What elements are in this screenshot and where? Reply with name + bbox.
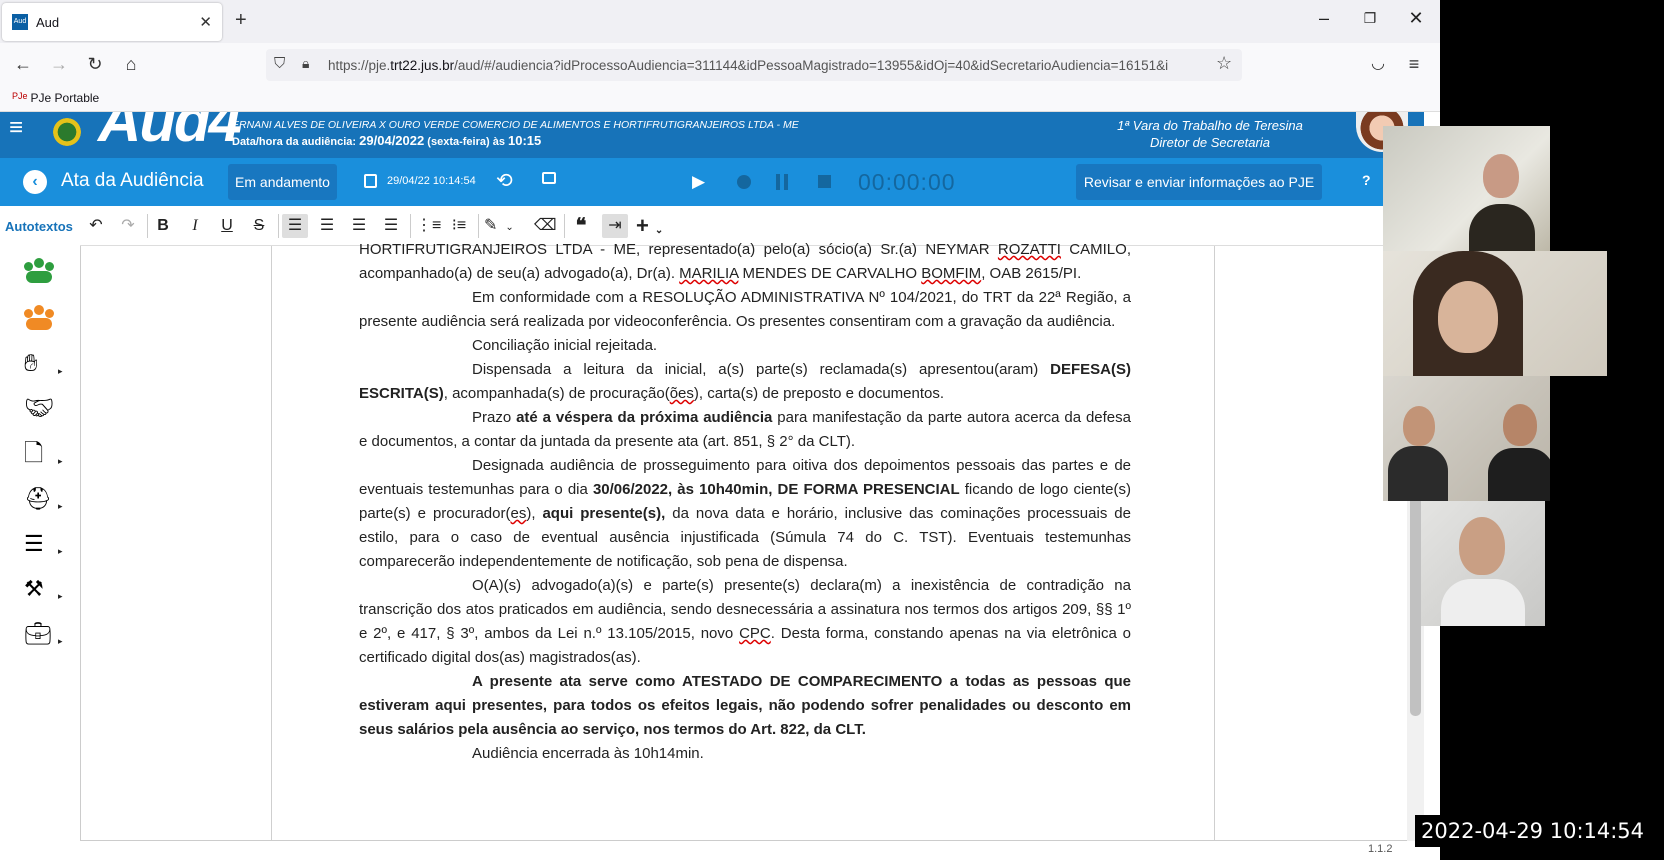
- browser-tab[interactable]: Aud Aud ✕: [2, 3, 222, 41]
- hearing-datetime: Data/hora da audiência: 29/04/2022 (sext…: [232, 133, 542, 148]
- save-icon[interactable]: [364, 174, 377, 188]
- briefcase-icon[interactable]: 💼︎ ▸: [24, 621, 63, 649]
- video-call-panel: [1383, 0, 1664, 860]
- document-area: HORTIFRUTIGRANJEIROS LTDA - ME, represen…: [80, 241, 1407, 841]
- brasil-emblem-icon: [44, 112, 90, 152]
- eraser-icon[interactable]: ⌫: [534, 214, 557, 238]
- back-circle-icon[interactable]: ‹: [23, 170, 47, 194]
- numbered-list-icon[interactable]: ⋮≡: [416, 214, 441, 238]
- medical-kit-icon[interactable]: ⛑︎ ▸: [24, 486, 63, 514]
- parties-orange-icon[interactable]: [24, 305, 56, 333]
- autotextos-label[interactable]: Autotextos: [5, 219, 73, 234]
- star-icon[interactable]: ☆: [1216, 53, 1232, 74]
- align-center-icon[interactable]: ☰: [348, 214, 370, 238]
- history-icon[interactable]: ⟲: [496, 168, 513, 193]
- tab-title: Aud: [36, 14, 60, 30]
- reload-icon[interactable]: ↻: [83, 53, 107, 75]
- app-header: ≡ Aud4 ERNANI ALVES DE OLIVEIRA X OURO V…: [0, 112, 1424, 158]
- paragraph-defense: Dispensada a leitura da inicial, a(s) pa…: [359, 361, 1131, 402]
- sidebar: Autotextos ✋︎ ▸ 🤝︎ 🗋︎ ▸ ⛑︎ ▸ ☰ ▸ ⚒︎ ▸ 💼︎ ▸: [0, 206, 80, 860]
- print-icon[interactable]: [542, 172, 556, 184]
- italic-icon[interactable]: I: [184, 214, 206, 238]
- video-tile-1: [1383, 126, 1550, 251]
- stop-icon[interactable]: [818, 175, 831, 188]
- ata-toolbar: ‹ Ata da Audiência Em andamento 29/04/22…: [0, 158, 1424, 206]
- paragraph-resolution: Em conformidade com a RESOLUÇÃO ADMINIST…: [359, 289, 1131, 330]
- highlight-icon[interactable]: ✎ ⌄: [484, 214, 514, 238]
- align-right-icon[interactable]: ☰: [380, 214, 402, 238]
- gavel-icon[interactable]: ⚒︎ ▸: [24, 576, 63, 604]
- document-icon[interactable]: 🗋︎ ▸: [24, 441, 63, 469]
- blockquote-icon[interactable]: ❝: [570, 214, 592, 238]
- status-button[interactable]: Em andamento: [228, 164, 337, 200]
- camera-off-icon[interactable]: ▶︎: [692, 172, 705, 192]
- bold-icon[interactable]: B: [152, 214, 174, 238]
- align-justify-icon[interactable]: ☰: [282, 214, 308, 238]
- recording-timer: 00:00:00: [858, 169, 956, 195]
- paragraph-deadline: Prazo até a véspera da próxima audiência…: [359, 409, 1131, 450]
- saved-timestamp: 29/04/22 10:14:54: [387, 175, 476, 187]
- redo-icon[interactable]: ↷: [117, 214, 139, 238]
- hand-icon[interactable]: ✋︎ ▸: [24, 351, 63, 379]
- handshake-icon[interactable]: 🤝︎: [24, 396, 56, 424]
- new-tab-icon[interactable]: +: [235, 10, 247, 30]
- window-close-icon[interactable]: ✕: [1404, 8, 1428, 29]
- bookmark-pje-portable[interactable]: PJe PJe Portable: [12, 91, 99, 105]
- org-unit: 1ª Vara do Trabalho de Teresina: [1117, 118, 1303, 133]
- navigation-bar: ← → ↻ ⌂ ⛉ 🔒︎ https://pje.trt22.jus.br/au…: [0, 43, 1440, 86]
- underline-icon[interactable]: U: [216, 214, 238, 238]
- bullet-list-icon[interactable]: ⁝≡: [448, 214, 470, 238]
- indent-icon[interactable]: ⇥: [602, 214, 628, 238]
- paragraph-declaration: O(A)(s) advogado(a)(s) e parte(s) presen…: [359, 577, 1132, 666]
- paragraph-closing: Audiência encerrada às 10h14min.: [472, 745, 704, 762]
- insert-plus-icon[interactable]: + ⌄: [636, 214, 663, 238]
- url-bar[interactable]: ⛉ 🔒︎ https://pje.trt22.jus.br/aud/#/audi…: [266, 49, 1242, 81]
- pause-icon[interactable]: [776, 174, 788, 190]
- list-icon[interactable]: ☰ ▸: [24, 531, 63, 559]
- paragraph-parties: HORTIFRUTIGRANJEIROS LTDA - ME, represen…: [359, 241, 1131, 282]
- document-page[interactable]: HORTIFRUTIGRANJEIROS LTDA - ME, represen…: [271, 241, 1215, 840]
- paragraph-next-hearing: Designada audiência de prosseguimento pa…: [359, 457, 1131, 570]
- paragraph-attestation: A presente ata serve como ATESTADO DE CO…: [359, 673, 1131, 738]
- tab-close-icon[interactable]: ✕: [199, 13, 212, 31]
- browser-window: Aud Aud ✕ + – ❐ ✕ ← → ↻ ⌂ ⛉ 🔒︎ https://p…: [0, 0, 1440, 860]
- paragraph-conciliation: Conciliação inicial rejeitada.: [472, 337, 658, 354]
- align-left-icon[interactable]: ☰: [316, 214, 338, 238]
- record-icon[interactable]: [737, 175, 751, 189]
- lock-icon: 🔒︎: [302, 55, 310, 71]
- restore-icon[interactable]: ❐: [1358, 10, 1382, 27]
- home-icon[interactable]: ⌂: [119, 53, 143, 75]
- pje-icon: PJe: [12, 91, 28, 101]
- forward-icon[interactable]: →: [47, 53, 71, 75]
- case-parties: ERNANI ALVES DE OLIVEIRA X OURO VERDE CO…: [232, 119, 799, 131]
- video-tile-3: [1383, 376, 1550, 501]
- hamburger-menu-icon[interactable]: ≡: [9, 116, 23, 140]
- org-role: Diretor de Secretaria: [1150, 135, 1270, 150]
- video-tile-4: [1421, 501, 1545, 626]
- favicon-icon: Aud: [12, 14, 28, 30]
- document-text[interactable]: HORTIFRUTIGRANJEIROS LTDA - ME, represen…: [359, 238, 1131, 766]
- recording-clock: 2022-04-29 10:14:54: [1415, 815, 1664, 847]
- menu-icon[interactable]: ≡: [1402, 53, 1426, 75]
- scroll-thumb[interactable]: [1410, 476, 1421, 716]
- back-icon[interactable]: ←: [11, 53, 35, 75]
- pocket-icon[interactable]: ◡: [1366, 53, 1390, 75]
- page-title: Ata da Audiência: [61, 170, 204, 191]
- tab-bar: Aud Aud ✕ + – ❐ ✕: [0, 0, 1440, 43]
- strikethrough-icon[interactable]: S: [248, 214, 270, 238]
- undo-icon[interactable]: ↶: [85, 214, 107, 238]
- url-text: https://pje.trt22.jus.br/aud/#/audiencia…: [328, 58, 1169, 73]
- video-tile-2: [1383, 251, 1607, 376]
- shield-icon: ⛉: [274, 55, 286, 72]
- send-to-pje-button[interactable]: Revisar e enviar informações ao PJE: [1076, 164, 1322, 200]
- bookmarks-bar: PJe PJe Portable: [0, 86, 1440, 112]
- app-logo: Aud4: [98, 112, 242, 154]
- help-icon[interactable]: ?: [1362, 172, 1371, 188]
- app-version: 1.1.2: [1368, 843, 1393, 855]
- minimize-icon[interactable]: –: [1312, 8, 1336, 29]
- parties-green-icon[interactable]: [24, 258, 56, 286]
